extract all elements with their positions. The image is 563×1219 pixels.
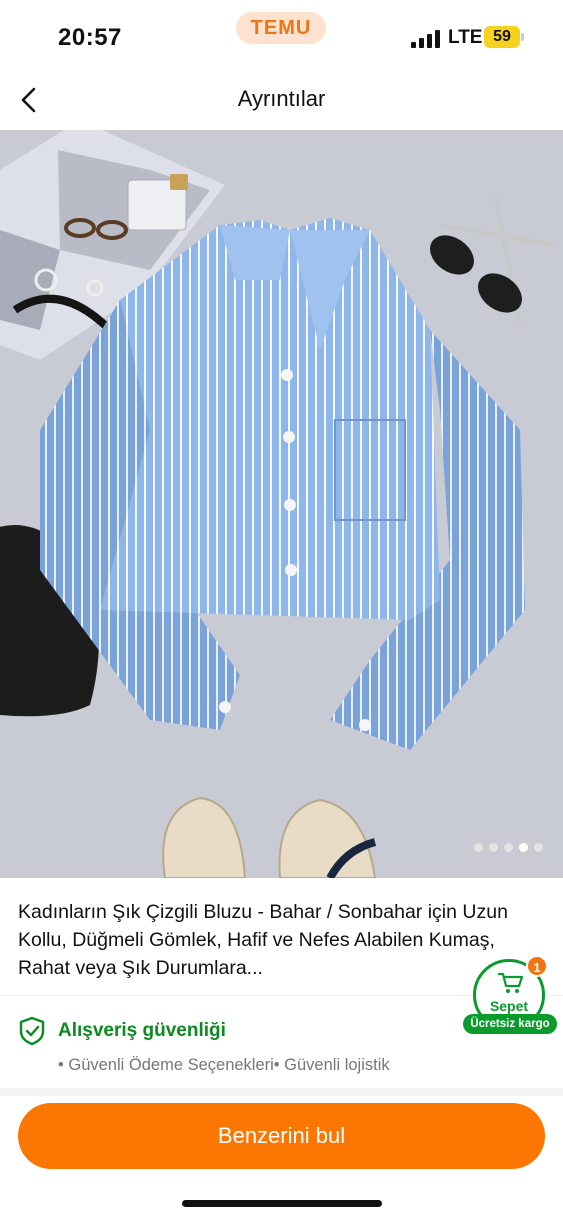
cart-icon <box>498 972 524 993</box>
product-image-gallery[interactable] <box>0 130 563 878</box>
product-title[interactable]: Kadınların Şık Çizgili Bluzu - Bahar / S… <box>18 898 538 982</box>
page-title: Ayrıntılar <box>237 86 326 111</box>
pager-dot[interactable] <box>489 843 498 852</box>
shield-check-icon <box>19 1016 45 1046</box>
cart-label: Sepet <box>489 998 529 1014</box>
find-similar-button[interactable]: Benzerini bul <box>18 1103 545 1169</box>
pager-dot[interactable] <box>504 843 513 852</box>
gallery-pager <box>474 843 543 852</box>
cart-count-badge: 1 <box>526 955 548 977</box>
network-type: LTE <box>448 27 483 48</box>
home-indicator[interactable] <box>182 1200 382 1207</box>
battery-icon: 59 <box>484 26 520 48</box>
battery-tip <box>521 33 524 41</box>
temu-app-badge[interactable]: TEMU <box>236 12 326 44</box>
status-bar: 20:57 TEMU LTE 59 <box>0 0 563 70</box>
pager-dot[interactable] <box>474 843 483 852</box>
status-time: 20:57 <box>58 24 122 51</box>
nav-bar: Ayrıntılar <box>0 70 563 130</box>
signal-icon <box>411 30 440 48</box>
floating-cart-button[interactable]: Sepet 1 Ücretsiz kargo <box>462 955 558 1036</box>
shopping-security-row[interactable]: Alışveriş güvenliği <box>18 1016 226 1046</box>
free-shipping-badge: Ücretsiz kargo <box>463 1014 557 1034</box>
security-items: • Güvenli Ödeme Seçenekleri• Güvenli loj… <box>58 1056 390 1074</box>
pager-dot[interactable] <box>534 843 543 852</box>
pager-dot-active[interactable] <box>519 843 528 852</box>
product-image <box>0 130 563 878</box>
section-divider <box>0 1088 563 1096</box>
security-title: Alışveriş güvenliği <box>58 1020 226 1041</box>
